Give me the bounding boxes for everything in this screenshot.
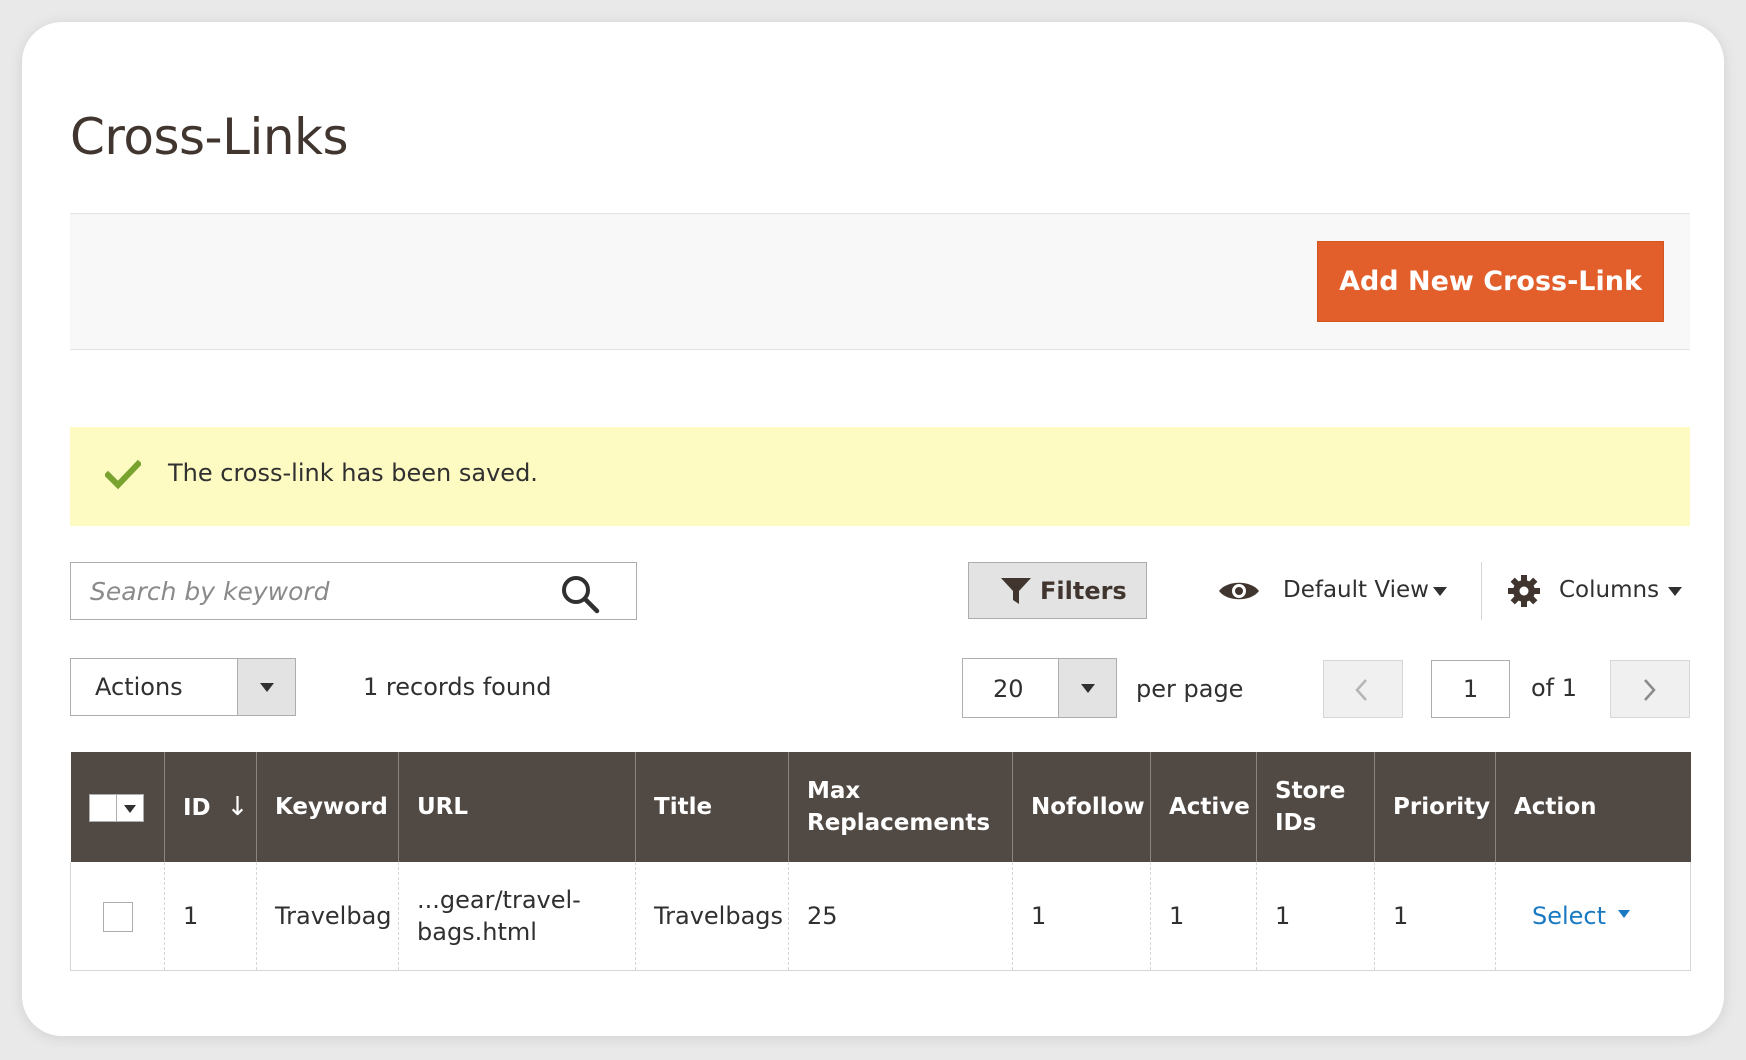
chevron-down-icon bbox=[1433, 587, 1447, 596]
columns-dropdown[interactable]: Columns bbox=[1508, 562, 1688, 620]
funnel-icon bbox=[1001, 578, 1031, 604]
cell-priority: 1 bbox=[1374, 862, 1496, 971]
default-view-dropdown[interactable]: Default View bbox=[1217, 562, 1457, 620]
column-header-title[interactable]: Title bbox=[635, 752, 789, 862]
row-checkbox[interactable] bbox=[103, 901, 133, 932]
chevron-down-icon bbox=[1618, 909, 1631, 918]
column-header-url[interactable]: URL bbox=[398, 752, 636, 862]
column-header-action: Action bbox=[1495, 752, 1691, 862]
sort-arrow-icon: ↓ bbox=[226, 791, 249, 822]
page-actions-bar: Add New Cross-Link bbox=[70, 213, 1690, 350]
page-title: Cross-Links bbox=[70, 108, 349, 166]
column-header-store-ids[interactable]: Store IDs bbox=[1256, 752, 1375, 862]
search-icon[interactable] bbox=[560, 574, 600, 614]
success-message: The cross-link has been saved. bbox=[70, 427, 1690, 526]
per-page-toggle[interactable] bbox=[1058, 659, 1116, 717]
default-view-label: Default View bbox=[1283, 577, 1429, 603]
column-header-nofollow[interactable]: Nofollow bbox=[1012, 752, 1151, 862]
mass-actions-toggle[interactable] bbox=[237, 659, 295, 715]
row-action-label: Select bbox=[1532, 901, 1607, 930]
filters-button[interactable]: Filters bbox=[968, 562, 1147, 619]
cell-url: ...gear/travel-bags.html bbox=[398, 862, 636, 971]
cell-store-ids: 1 bbox=[1256, 862, 1375, 971]
column-header-max-replacements[interactable]: Max Replacements bbox=[788, 752, 1013, 862]
chevron-down-icon bbox=[1668, 587, 1682, 596]
mass-actions-label: Actions bbox=[95, 673, 183, 701]
search-input[interactable] bbox=[71, 563, 551, 619]
next-page-button[interactable] bbox=[1610, 660, 1690, 718]
mass-select-checkbox[interactable] bbox=[88, 793, 145, 823]
current-page-input[interactable] bbox=[1431, 660, 1510, 718]
eye-icon bbox=[1219, 582, 1259, 600]
per-page-select[interactable]: 20 bbox=[962, 658, 1117, 718]
column-header-label: ID bbox=[183, 794, 211, 821]
chevron-left-icon bbox=[1355, 679, 1367, 701]
add-new-cross-link-button[interactable]: Add New Cross-Link bbox=[1317, 241, 1664, 322]
grid-header-row: ID ↓ Keyword URL Title Max Replacements N… bbox=[70, 752, 1691, 862]
cell-active: 1 bbox=[1150, 862, 1257, 971]
cell-keyword: Travelbag bbox=[256, 862, 399, 971]
mass-select-header bbox=[70, 752, 165, 862]
columns-label: Columns bbox=[1559, 577, 1660, 603]
table-row: 1 Travelbag ...gear/travel-bags.html Tra… bbox=[70, 862, 1691, 971]
per-page-value: 20 bbox=[993, 675, 1024, 703]
gear-icon bbox=[1508, 575, 1540, 607]
message-text: The cross-link has been saved. bbox=[168, 459, 538, 487]
cross-links-grid: ID ↓ Keyword URL Title Max Replacements N… bbox=[70, 752, 1691, 971]
row-action-select[interactable]: Select bbox=[1532, 901, 1631, 930]
column-header-id[interactable]: ID ↓ bbox=[164, 752, 257, 862]
previous-page-button[interactable] bbox=[1323, 660, 1403, 718]
mass-actions-select[interactable]: Actions bbox=[70, 658, 296, 716]
search-box bbox=[70, 562, 637, 620]
column-header-priority[interactable]: Priority bbox=[1374, 752, 1496, 862]
column-header-keyword[interactable]: Keyword bbox=[256, 752, 399, 862]
per-page-label: per page bbox=[1136, 675, 1244, 703]
cell-title: Travelbags bbox=[635, 862, 789, 971]
toolbar-divider bbox=[1481, 562, 1482, 620]
page-card: Cross-Links Add New Cross-Link The cross… bbox=[22, 22, 1724, 1036]
row-select-cell bbox=[70, 862, 165, 971]
cell-nofollow: 1 bbox=[1012, 862, 1151, 971]
cell-id: 1 bbox=[164, 862, 257, 971]
select-all-checkbox[interactable] bbox=[88, 793, 117, 822]
column-header-active[interactable]: Active bbox=[1150, 752, 1257, 862]
chevron-right-icon bbox=[1644, 679, 1656, 701]
cell-action: Select bbox=[1495, 862, 1691, 971]
cell-max-replacements: 25 bbox=[788, 862, 1013, 971]
chevron-down-icon bbox=[1081, 684, 1095, 693]
filters-label: Filters bbox=[1040, 577, 1127, 605]
check-icon bbox=[105, 460, 141, 490]
total-pages-label: of 1 bbox=[1531, 674, 1578, 702]
chevron-down-icon bbox=[123, 804, 136, 813]
chevron-down-icon bbox=[260, 683, 274, 692]
mass-select-toggle[interactable] bbox=[116, 793, 144, 822]
records-count: 1 records found bbox=[363, 673, 552, 701]
